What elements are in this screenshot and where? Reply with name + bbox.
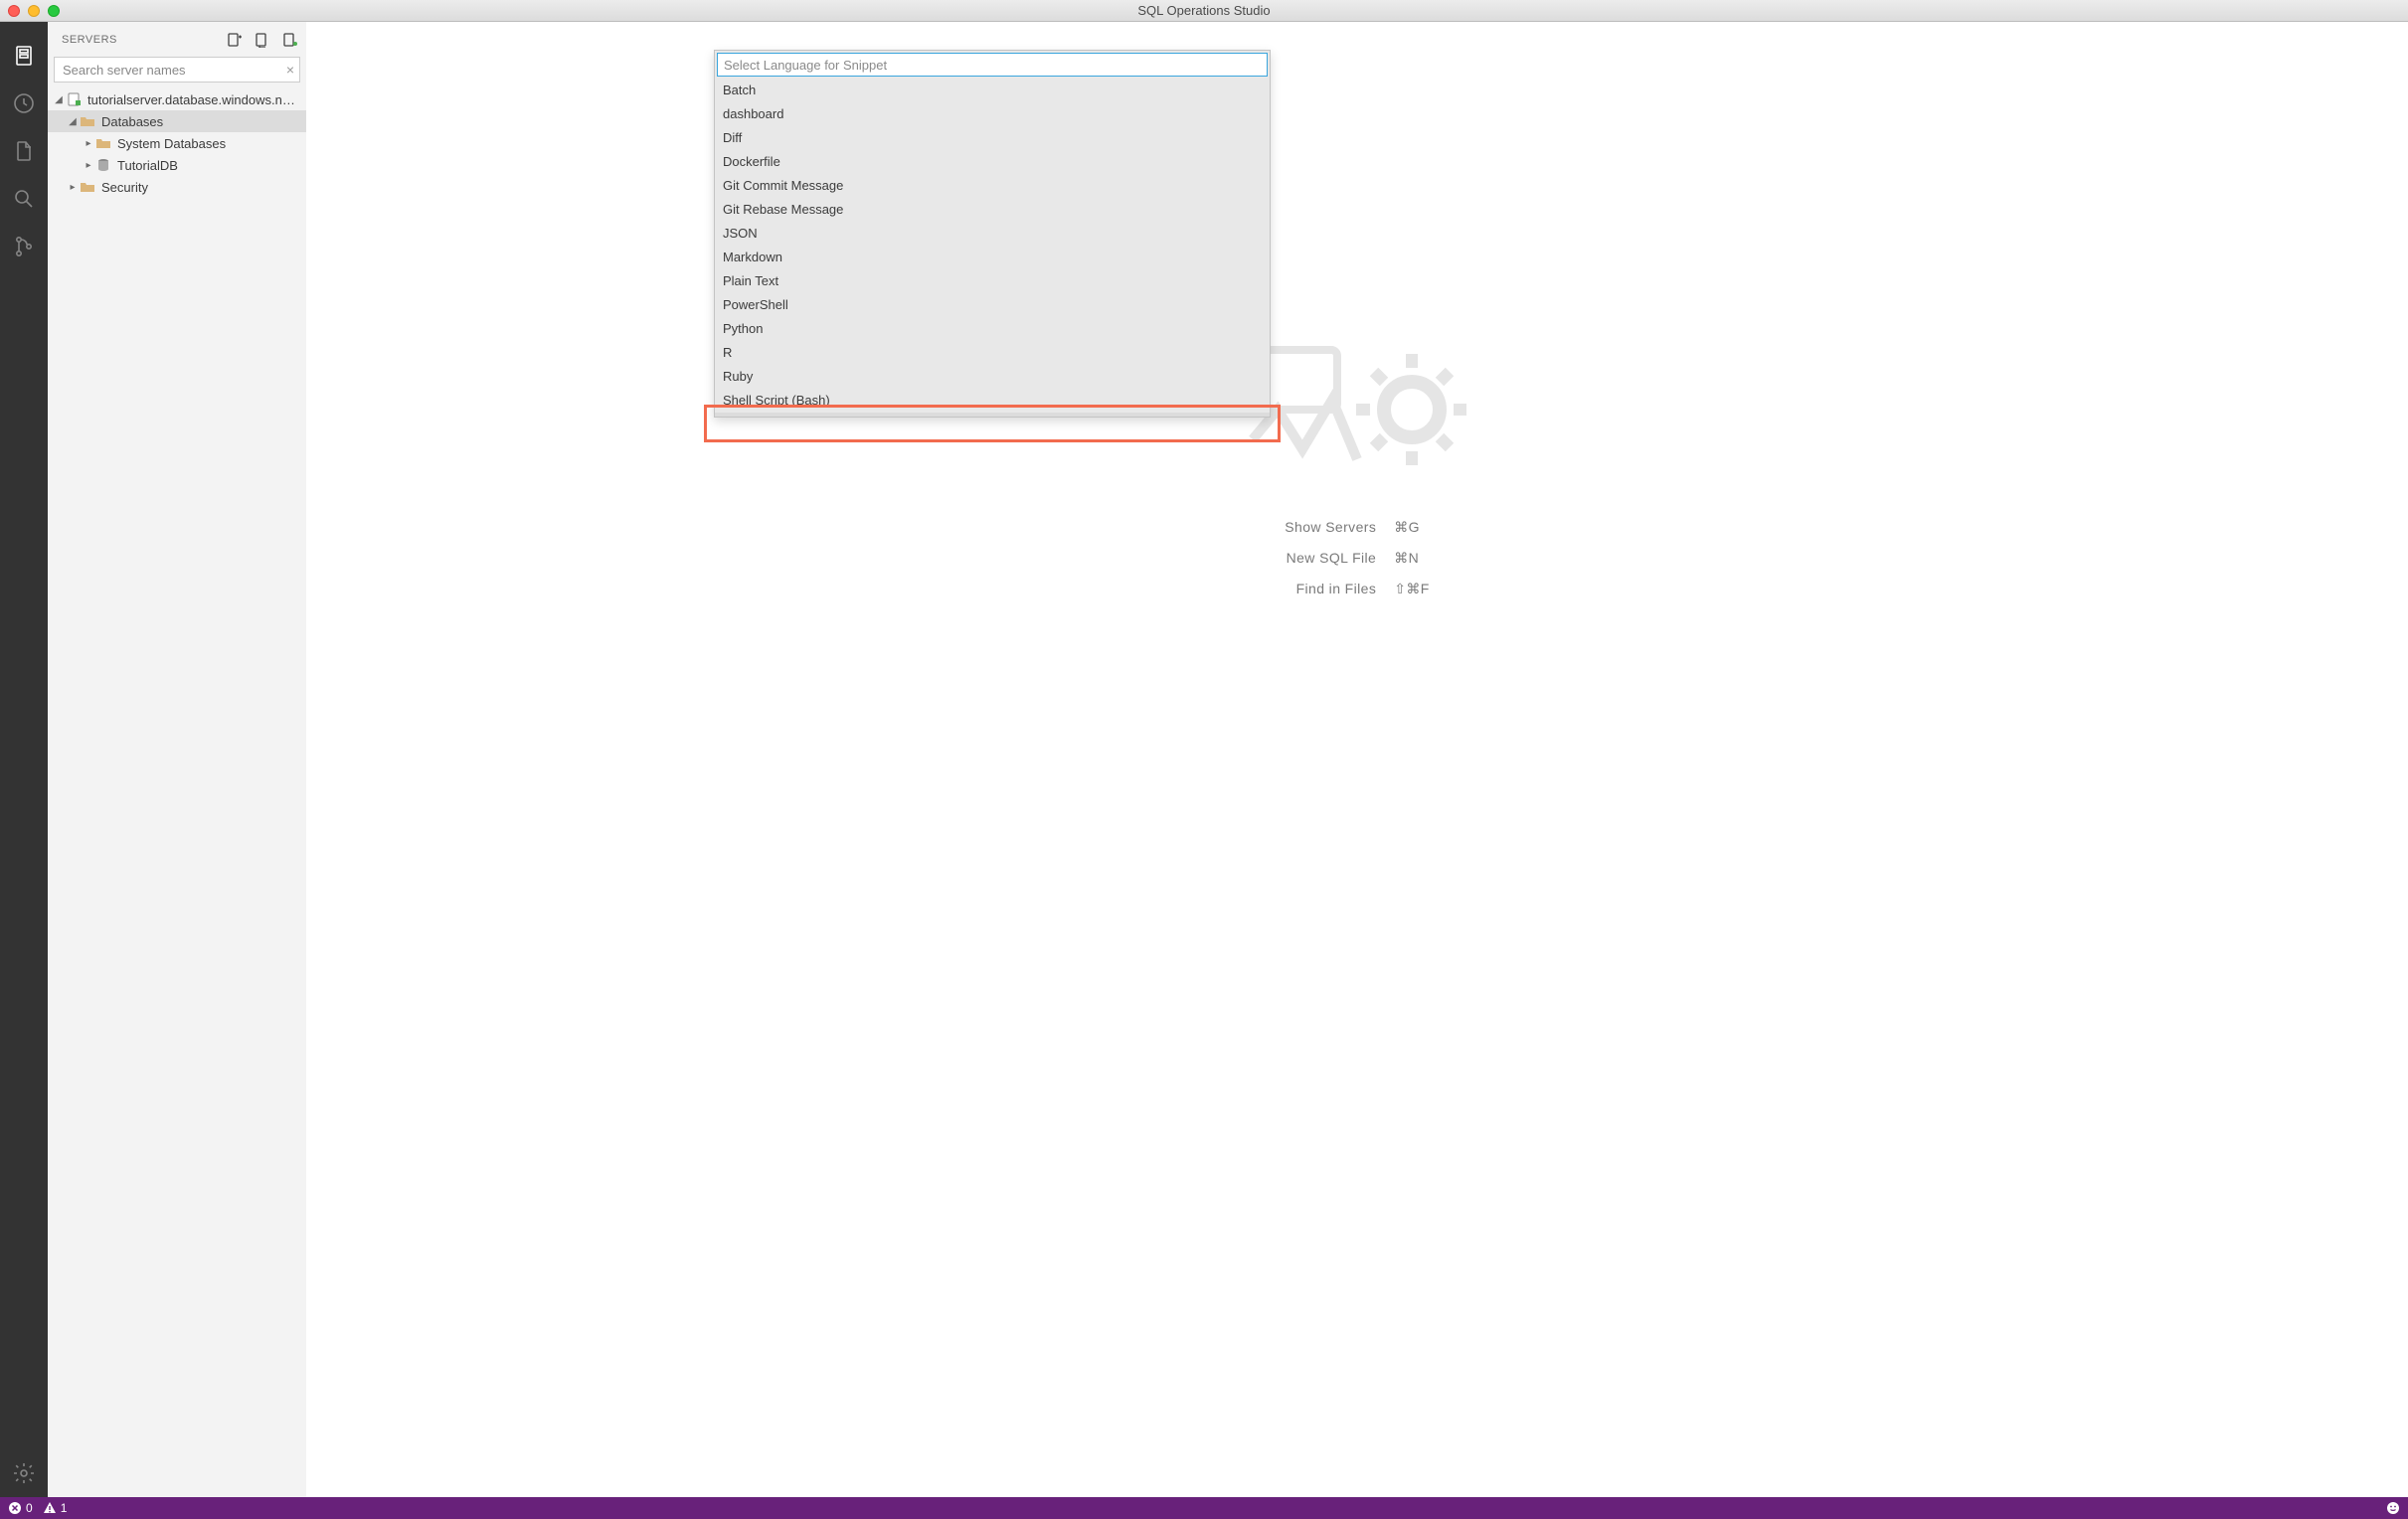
quick-pick-item[interactable]: Python — [715, 317, 1270, 341]
minimize-window-button[interactable] — [28, 5, 40, 17]
activity-search-icon[interactable] — [0, 175, 48, 223]
sidebar: SERVERS × ◢ tu — [48, 22, 306, 1497]
folder-icon — [80, 113, 95, 129]
server-icon — [66, 91, 82, 107]
chevron-right-icon[interactable]: ▸ — [82, 160, 95, 171]
shortcut-keys: ⌘G — [1394, 519, 1429, 536]
sidebar-actions — [227, 32, 298, 48]
folder-icon — [80, 179, 95, 195]
statusbar: 0 1 — [0, 1497, 2408, 1519]
active-connections-icon[interactable] — [282, 32, 298, 48]
quick-pick-item[interactable]: Dockerfile — [715, 150, 1270, 174]
activitybar — [0, 22, 48, 1497]
tree-system-databases-label: System Databases — [117, 136, 226, 151]
status-warnings[interactable]: 1 — [43, 1501, 68, 1515]
tree-tutorialdb-label: TutorialDB — [117, 158, 178, 173]
zoom-window-button[interactable] — [48, 5, 60, 17]
database-icon — [95, 157, 111, 173]
server-tree: ◢ tutorialserver.database.windows.n… ◢ D… — [48, 88, 306, 1497]
tree-server-node[interactable]: ◢ tutorialserver.database.windows.n… — [48, 88, 306, 110]
quick-pick-item[interactable]: JSON — [715, 222, 1270, 246]
status-errors[interactable]: 0 — [8, 1501, 33, 1515]
editor-area: Show Servers ⌘G New SQL File ⌘N Find in … — [306, 22, 2408, 1497]
sidebar-header: SERVERS — [48, 22, 306, 57]
search-servers-input[interactable] — [54, 57, 300, 83]
quick-pick-item[interactable]: Ruby — [715, 365, 1270, 389]
window-title: SQL Operations Studio — [0, 3, 2408, 18]
chevron-down-icon[interactable]: ◢ — [66, 116, 80, 127]
window-controls — [8, 5, 60, 17]
watermark-logo — [1248, 320, 1466, 482]
quick-pick-item[interactable]: R — [715, 341, 1270, 365]
quick-pick-item[interactable]: Batch — [715, 79, 1270, 102]
activity-settings-icon[interactable] — [0, 1449, 48, 1497]
quick-pick-list[interactable]: BatchdashboardDiffDockerfileGit Commit M… — [715, 79, 1270, 417]
shortcut-label: Show Servers — [1285, 519, 1376, 536]
status-errors-count: 0 — [26, 1501, 33, 1515]
clear-search-icon[interactable]: × — [286, 63, 294, 77]
quick-pick-item[interactable]: SQL — [715, 413, 1270, 417]
shortcut-keys: ⌘N — [1394, 550, 1429, 567]
tree-system-databases-node[interactable]: ▸ System Databases — [48, 132, 306, 154]
activity-explorer-icon[interactable] — [0, 127, 48, 175]
new-connection-icon[interactable] — [227, 32, 243, 48]
new-server-group-icon[interactable] — [255, 32, 270, 48]
quick-pick-item[interactable]: PowerShell — [715, 293, 1270, 317]
chevron-down-icon[interactable]: ◢ — [52, 94, 66, 105]
titlebar: SQL Operations Studio — [0, 0, 2408, 22]
quick-pick-item[interactable]: Markdown — [715, 246, 1270, 269]
quick-pick-item[interactable]: Git Rebase Message — [715, 198, 1270, 222]
shortcut-label: Find in Files — [1285, 581, 1376, 597]
status-warnings-count: 1 — [61, 1501, 68, 1515]
tree-server-label: tutorialserver.database.windows.n… — [87, 92, 295, 107]
quick-pick-item[interactable]: Shell Script (Bash) — [715, 389, 1270, 413]
tree-databases-label: Databases — [101, 114, 163, 129]
chevron-right-icon[interactable]: ▸ — [82, 138, 95, 149]
tree-databases-node[interactable]: ◢ Databases — [48, 110, 306, 132]
shortcut-keys: ⇧⌘F — [1394, 581, 1429, 597]
activity-task-history-icon[interactable] — [0, 80, 48, 127]
quick-pick-item[interactable]: dashboard — [715, 102, 1270, 126]
quick-pick-input[interactable] — [717, 53, 1268, 77]
shortcuts-list: Show Servers ⌘G New SQL File ⌘N Find in … — [1285, 519, 1429, 597]
sidebar-search: × — [54, 57, 300, 83]
quick-pick-item[interactable]: Plain Text — [715, 269, 1270, 293]
sidebar-title: SERVERS — [62, 34, 227, 46]
tree-tutorialdb-node[interactable]: ▸ TutorialDB — [48, 154, 306, 176]
shortcut-label: New SQL File — [1285, 550, 1376, 567]
folder-icon — [95, 135, 111, 151]
status-feedback-icon[interactable] — [2386, 1501, 2400, 1515]
quick-picker: BatchdashboardDiffDockerfileGit Commit M… — [714, 50, 1271, 418]
quick-pick-item[interactable]: Git Commit Message — [715, 174, 1270, 198]
tree-security-node[interactable]: ▸ Security — [48, 176, 306, 198]
chevron-right-icon[interactable]: ▸ — [66, 182, 80, 193]
activity-servers-icon[interactable] — [0, 32, 48, 80]
close-window-button[interactable] — [8, 5, 20, 17]
tree-security-label: Security — [101, 180, 148, 195]
quick-pick-item[interactable]: Diff — [715, 126, 1270, 150]
activity-source-control-icon[interactable] — [0, 223, 48, 270]
